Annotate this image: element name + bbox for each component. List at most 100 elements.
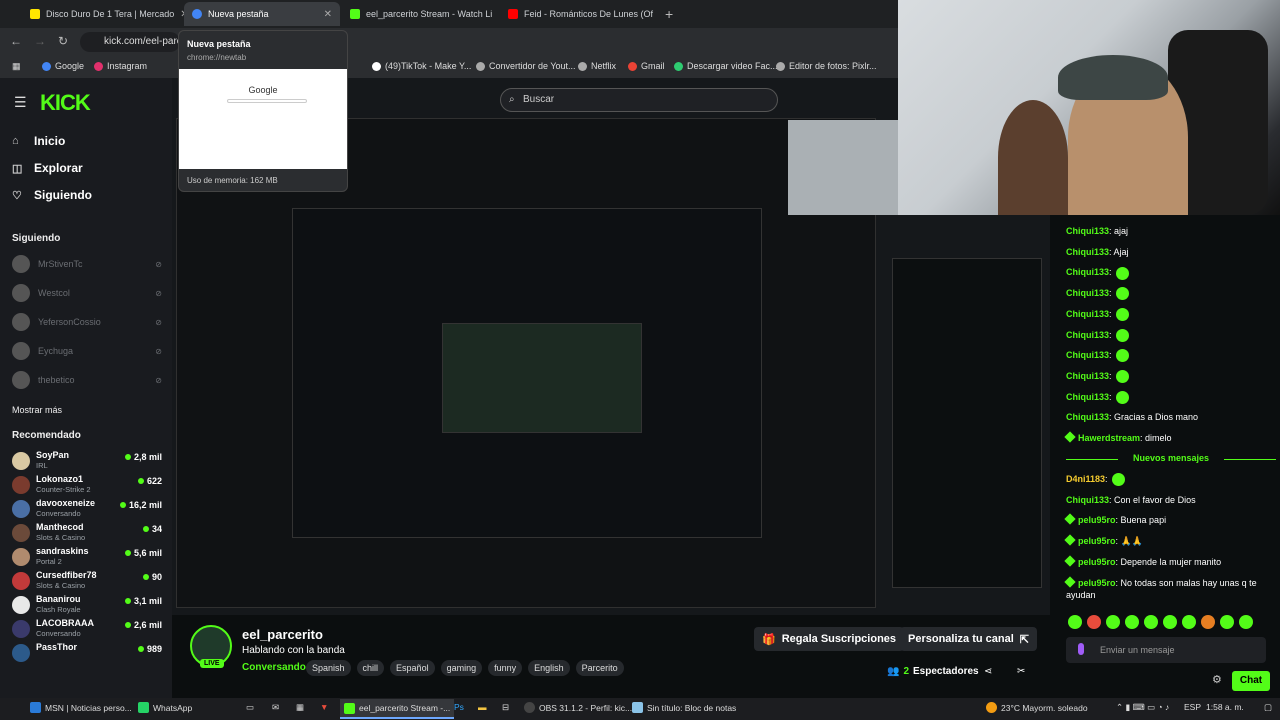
following-item[interactable]: Westcol ⊘ <box>12 284 162 302</box>
recommended-channel[interactable]: sandraskins Portal 2 5,6 mil <box>12 546 162 568</box>
chat-username[interactable]: Chiqui133 <box>1066 330 1109 340</box>
gift-subs-button[interactable]: 🎁 Regala Suscripciones <box>754 627 905 651</box>
weather-widget[interactable]: 23°C Mayorm. soleado <box>986 702 1088 713</box>
taskbar-item-notepad[interactable]: Sin título: Bloc de notas <box>632 702 736 713</box>
tag[interactable]: funny <box>488 660 523 676</box>
mail-icon[interactable]: ✉ <box>272 702 279 713</box>
recommended-channel[interactable]: PassThor 989 <box>12 642 162 664</box>
photoshop-icon[interactable]: Ps <box>454 702 464 712</box>
chat-username[interactable]: Chiqui133 <box>1066 226 1109 236</box>
gear-icon[interactable]: ⚙ <box>1212 673 1222 686</box>
emote-icon[interactable] <box>1106 615 1120 629</box>
bookmark-instagram[interactable]: Instagram <box>94 61 147 71</box>
recommended-channel[interactable]: Manthecod Slots & Casino 34 <box>12 522 162 544</box>
taskbar-item-kick[interactable]: eel_parcerito Stream -... <box>340 699 455 719</box>
folder-icon[interactable]: ▭ <box>246 702 254 713</box>
emote-icon[interactable] <box>1182 615 1196 629</box>
back-icon[interactable]: ← <box>10 34 22 48</box>
chat-username[interactable]: Chiqui133 <box>1066 288 1109 298</box>
stream-category[interactable]: Conversando <box>242 662 306 673</box>
forward-icon[interactable]: → <box>34 34 46 48</box>
tab-mercado[interactable]: Disco Duro De 1 Tera | Mercado ✕ <box>22 2 184 26</box>
chat-username[interactable]: D4ni1183 <box>1066 474 1105 484</box>
nav-explorar[interactable]: ◫ Explorar <box>12 161 83 175</box>
clip-icon[interactable]: ✂ <box>1017 666 1025 677</box>
bookmark-gmail[interactable]: Gmail <box>628 61 665 71</box>
customize-channel-button[interactable]: Personaliza tu canal ⇱ <box>900 627 1037 651</box>
kick-logo[interactable]: KICK <box>40 90 91 116</box>
new-messages-divider[interactable]: Nuevos mensajes <box>1066 453 1276 465</box>
emote-icon[interactable] <box>1163 615 1177 629</box>
tag[interactable]: English <box>528 660 570 676</box>
recommended-channel[interactable]: davooxeneize Conversando 16,2 mil <box>12 498 162 520</box>
chat-username[interactable]: Hawerdstream <box>1078 433 1140 443</box>
tray-icons[interactable]: ⌃ ▮ ⌨ ▭ ◔ ♪ <box>1116 702 1169 713</box>
emote-icon[interactable] <box>1144 615 1158 629</box>
close-icon[interactable]: ✕ <box>324 9 332 20</box>
show-more-link[interactable]: Mostrar más <box>12 405 62 415</box>
apps-icon[interactable]: ▦ <box>12 61 21 72</box>
chat-username[interactable]: pelu95ro <box>1078 536 1116 546</box>
emote-icon[interactable] <box>1239 615 1253 629</box>
tab-new-tab[interactable]: Nueva pestaña ✕ <box>184 2 340 26</box>
recommended-channel[interactable]: SoyPan IRL 2,8 mil <box>12 450 162 472</box>
taskbar-item-obs[interactable]: OBS 31.1.2 - Perfil: kic... <box>524 702 632 713</box>
terminal-icon[interactable]: ⊟ <box>502 702 509 713</box>
bookmark-tiktok[interactable]: (49)TikTok - Make Y... <box>372 61 471 71</box>
chat-input[interactable]: Enviar un mensaje <box>1066 637 1266 663</box>
tab-youtube-feid[interactable]: Feid - Románticos De Lunes (Of ✕ <box>500 2 658 26</box>
taskbar-item-whatsapp[interactable]: WhatsApp <box>138 702 192 713</box>
send-chat-button[interactable]: Chat <box>1232 671 1270 691</box>
calendar-icon[interactable]: ▦ <box>296 702 304 713</box>
chat-username[interactable]: Chiqui133 <box>1066 495 1109 505</box>
tag[interactable]: Parcerito <box>575 660 624 676</box>
bookmark-convertidor[interactable]: Convertidor de Yout... <box>476 61 576 71</box>
recommended-channel[interactable]: LACOBRAAA Conversando 2,6 mil <box>12 618 162 640</box>
chat-username[interactable]: Chiqui133 <box>1066 309 1109 319</box>
chat-username[interactable]: Chiqui133 <box>1066 392 1109 402</box>
taskbar-item-msn[interactable]: MSN | Noticias perso... <box>30 702 132 713</box>
nav-siguiendo[interactable]: ♡ Siguiendo <box>12 188 92 202</box>
following-item[interactable]: Eychuga ⊘ <box>12 342 162 360</box>
chat-username[interactable]: Chiqui133 <box>1066 267 1109 277</box>
tag[interactable]: gaming <box>440 660 483 676</box>
search-input[interactable]: ⌕ Buscar <box>500 88 778 112</box>
hamburger-menu-icon[interactable]: ☰ <box>14 94 27 111</box>
notifications-icon[interactable]: ▢ <box>1264 702 1272 713</box>
bookmark-pixlr[interactable]: Editor de fotos: Pixlr... <box>776 61 877 71</box>
explorer-icon[interactable]: ▬ <box>478 702 487 712</box>
chat-username[interactable]: pelu95ro <box>1078 578 1116 588</box>
chat-username[interactable]: pelu95ro <box>1078 515 1116 525</box>
share-icon[interactable]: ⋖ <box>984 666 992 677</box>
following-item[interactable]: thebetico ⊘ <box>12 371 162 389</box>
recommended-channel[interactable]: Lokonazo1 Counter-Strike 2 622 <box>12 474 162 496</box>
bookmark-google[interactable]: Google <box>42 61 84 71</box>
recommended-channel[interactable]: Bananirou Clash Royale 3,1 mil <box>12 594 162 616</box>
tab-kick-stream[interactable]: eel_parcerito Stream - Watch Li ✕ <box>342 2 498 26</box>
following-item[interactable]: MrStivenTc ⊘ <box>12 255 162 273</box>
url-field[interactable]: kick.com/eel-parc <box>80 32 180 52</box>
chat-username[interactable]: Chiqui133 <box>1066 350 1109 360</box>
reload-icon[interactable]: ↻ <box>58 34 68 48</box>
chat-username[interactable]: Chiqui133 <box>1066 371 1109 381</box>
tag[interactable]: Spanish <box>306 660 351 676</box>
bookmark-netflix[interactable]: Netflix <box>578 61 616 71</box>
emote-icon[interactable] <box>1220 615 1234 629</box>
bookmark-descargar[interactable]: Descargar video Fac... <box>674 61 778 71</box>
emote-icon[interactable] <box>1087 615 1101 629</box>
language-indicator[interactable]: ESP <box>1184 702 1201 712</box>
chat-username[interactable]: Chiqui133 <box>1066 247 1109 257</box>
channel-name[interactable]: eel_parcerito <box>242 627 323 642</box>
chat-username[interactable]: Chiqui133 <box>1066 412 1109 422</box>
tag[interactable]: chill <box>356 660 385 676</box>
nav-inicio[interactable]: ⌂ Inicio <box>12 134 65 148</box>
tag[interactable]: Español <box>390 660 435 676</box>
following-item[interactable]: YefersonCossio ⊘ <box>12 313 162 331</box>
recommended-channel[interactable]: Cursedfiber78 Slots & Casino 90 <box>12 570 162 592</box>
new-tab-button[interactable]: + <box>665 6 673 22</box>
chat-username[interactable]: pelu95ro <box>1078 557 1116 567</box>
emote-icon[interactable] <box>1201 615 1215 629</box>
clock[interactable]: 1:58 a. m. <box>1206 702 1244 712</box>
emote-icon[interactable] <box>1125 615 1139 629</box>
emote-icon[interactable] <box>1068 615 1082 629</box>
